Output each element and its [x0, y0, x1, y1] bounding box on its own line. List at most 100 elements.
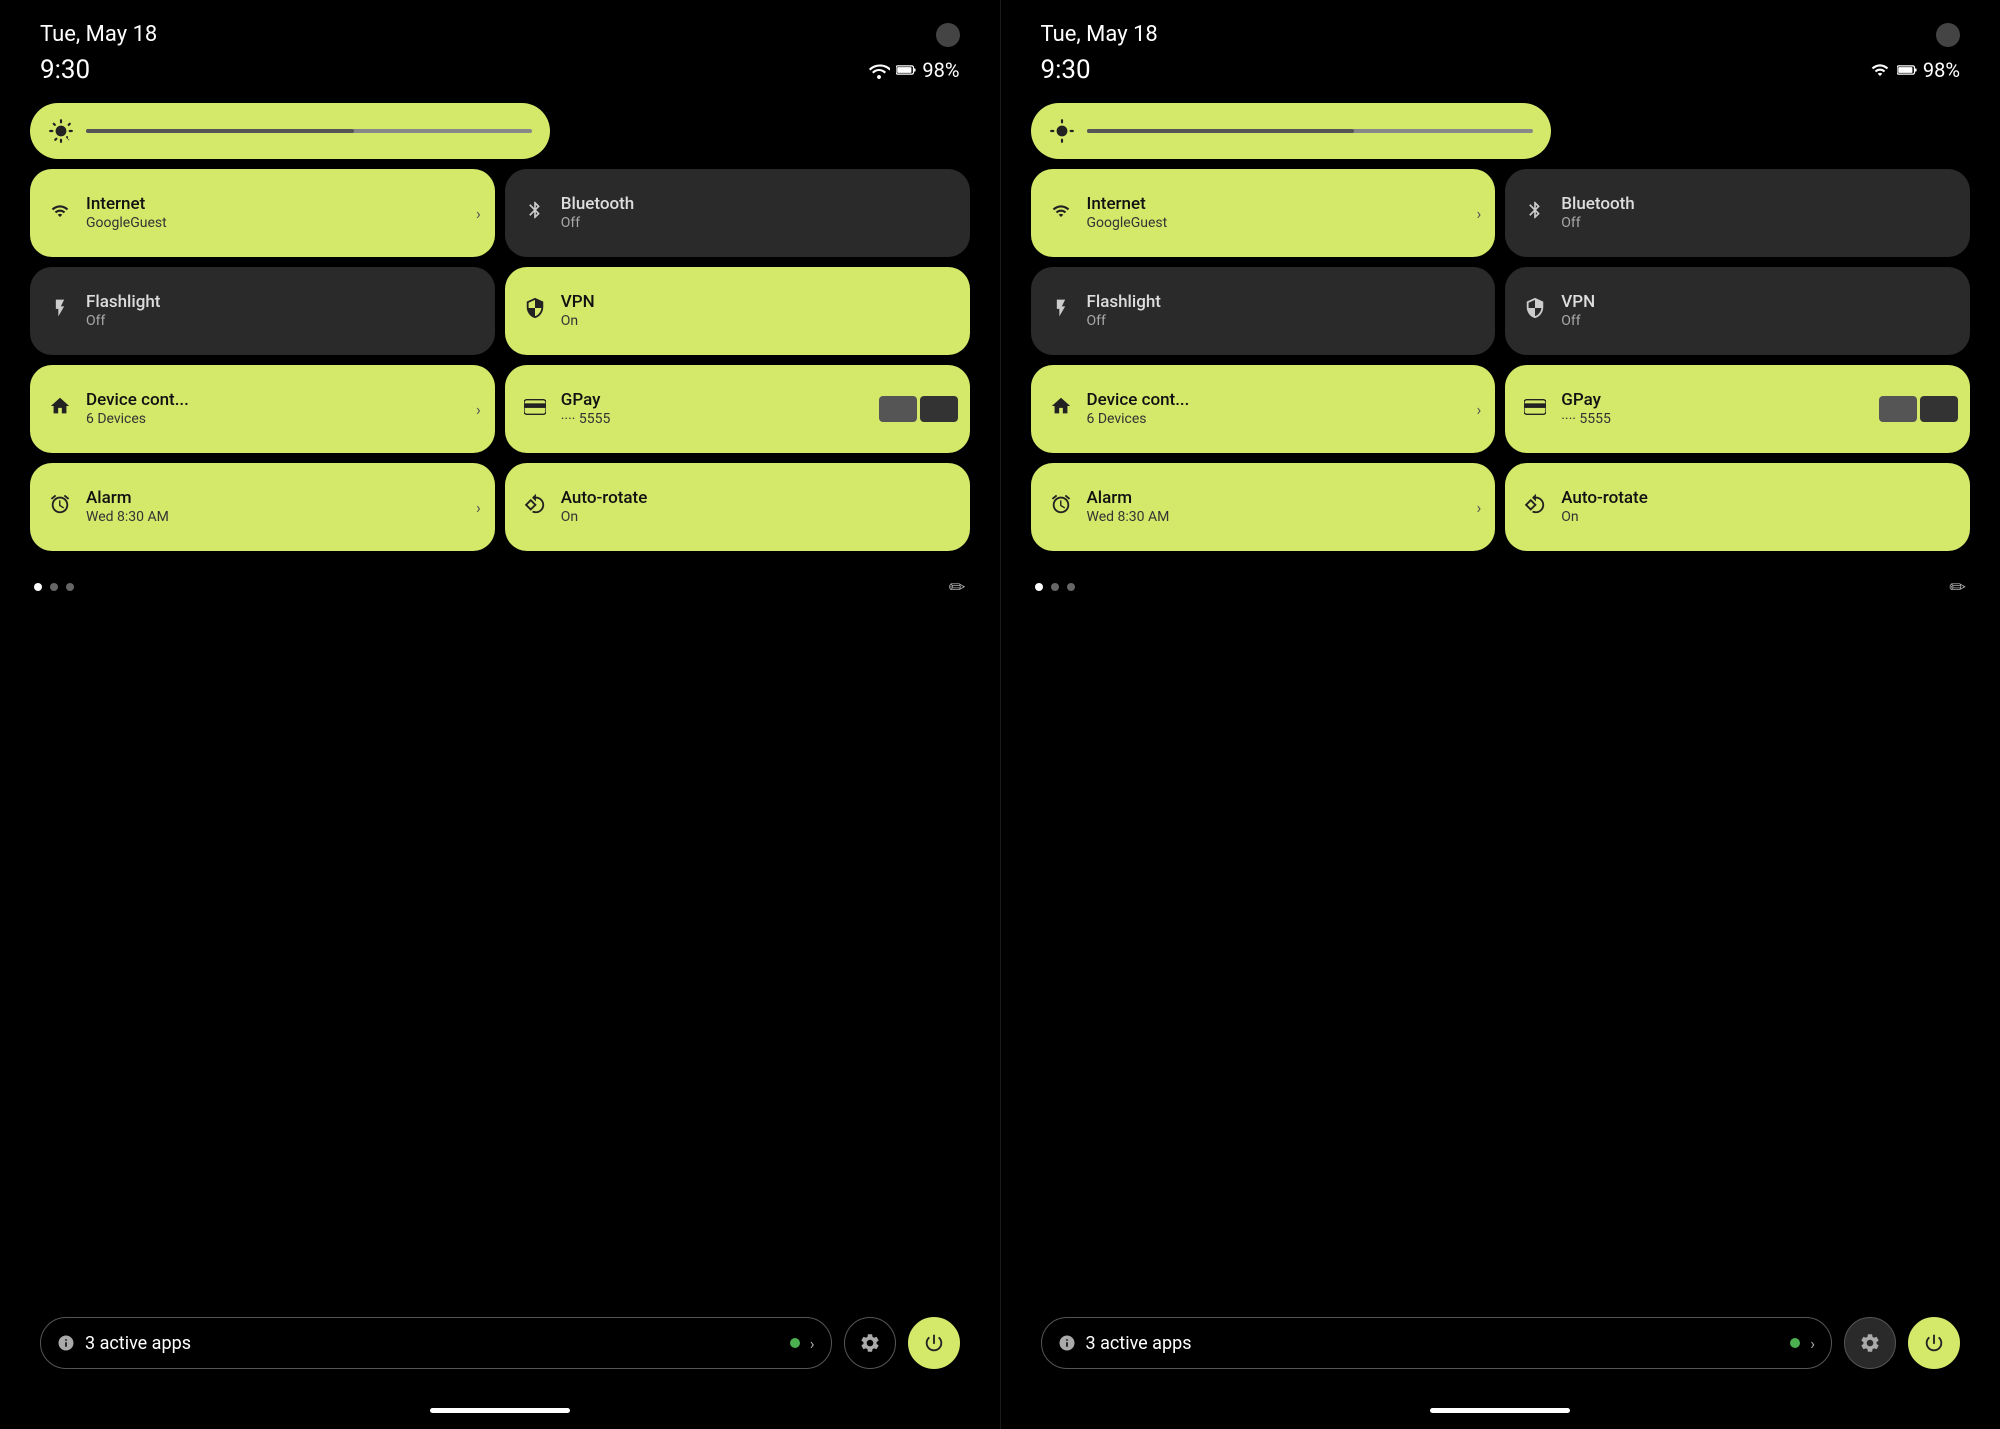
right-dots-row: ✏ — [1031, 561, 1971, 599]
left-vpn-sublabel: On — [561, 313, 595, 330]
right-dot-1[interactable] — [1035, 583, 1043, 591]
left-apps-arrow[interactable]: › — [810, 1334, 815, 1353]
right-dots — [1035, 583, 1075, 591]
left-gpay-card1 — [879, 396, 917, 422]
left-power-icon — [923, 1332, 945, 1354]
right-dot-3[interactable] — [1067, 583, 1075, 591]
right-gpay-icon — [1521, 397, 1549, 422]
right-alarm-arrow: › — [1476, 498, 1481, 517]
right-gpay-card1 — [1879, 396, 1917, 422]
left-brightness-track[interactable] — [86, 129, 532, 133]
left-info-icon — [57, 1334, 75, 1352]
left-dot-2[interactable] — [50, 583, 58, 591]
right-tile-internet[interactable]: Internet GoogleGuest › — [1031, 169, 1496, 257]
right-apps-count: 3 — [1086, 1333, 1096, 1354]
left-dots — [34, 583, 74, 591]
left-autorotate-label: Auto-rotate — [561, 488, 648, 508]
right-gpay-cards — [1879, 396, 1958, 422]
right-flashlight-label: Flashlight — [1087, 292, 1161, 312]
right-autorotate-icon — [1521, 493, 1549, 521]
left-brightness-fill — [86, 129, 354, 133]
left-date: Tue, May 18 — [40, 22, 157, 47]
left-tile-internet[interactable]: Internet GoogleGuest › — [30, 169, 495, 257]
right-tile-vpn[interactable]: VPN Off — [1505, 267, 1970, 355]
right-tile-alarm[interactable]: Alarm Wed 8:30 AM › — [1031, 463, 1496, 551]
right-tiles-grid: Internet GoogleGuest › Bluetooth Off — [1031, 169, 1971, 551]
left-gpay-icon — [521, 397, 549, 422]
left-edit-icon[interactable]: ✏ — [949, 575, 966, 599]
left-vpn-icon — [521, 297, 549, 325]
left-tiles-grid: Internet GoogleGuest › Bluetooth Off — [30, 169, 970, 551]
right-brightness-track[interactable] — [1087, 129, 1533, 133]
right-alarm-label: Alarm — [1087, 488, 1170, 508]
right-edit-icon[interactable]: ✏ — [1949, 575, 1966, 599]
right-power-button[interactable] — [1908, 1317, 1960, 1369]
left-device-arrow: › — [476, 400, 481, 419]
right-brightness-row[interactable] — [1031, 103, 1971, 159]
left-device-label: Device cont... — [86, 390, 189, 410]
left-alarm-text: Alarm Wed 8:30 AM — [86, 488, 169, 525]
left-gpay-label: GPay — [561, 390, 611, 410]
right-apps-arrow[interactable]: › — [1810, 1334, 1815, 1353]
right-tile-gpay[interactable]: GPay ···· 5555 — [1505, 365, 1970, 453]
right-gpay-label: GPay — [1561, 390, 1611, 410]
left-qs-container: Internet GoogleGuest › Bluetooth Off — [0, 85, 1000, 599]
right-power-icon — [1923, 1332, 1945, 1354]
left-tile-flashlight[interactable]: Flashlight Off — [30, 267, 495, 355]
left-power-button[interactable] — [908, 1317, 960, 1369]
wifi-icon — [868, 61, 890, 79]
right-qs-container: Internet GoogleGuest › Bluetooth Off — [1001, 85, 2000, 599]
right-settings-button[interactable] — [1844, 1317, 1896, 1369]
left-device-text: Device cont... 6 Devices — [86, 390, 189, 427]
right-wifi-tile-icon — [1047, 201, 1075, 226]
right-tile-bluetooth[interactable]: Bluetooth Off — [1505, 169, 1970, 257]
right-bluetooth-sublabel: Off — [1561, 215, 1635, 232]
right-autorotate-label: Auto-rotate — [1561, 488, 1648, 508]
right-tile-device[interactable]: Device cont... 6 Devices › — [1031, 365, 1496, 453]
right-device-arrow: › — [1476, 400, 1481, 419]
left-tile-bluetooth[interactable]: Bluetooth Off — [505, 169, 970, 257]
right-info-icon — [1058, 1334, 1076, 1352]
right-active-apps-pill[interactable]: 3 active apps › — [1041, 1317, 1833, 1369]
brightness-icon — [48, 118, 74, 144]
right-bottom-bar: 3 active apps › — [1001, 1317, 2000, 1369]
right-device-sublabel: 6 Devices — [1087, 411, 1190, 428]
right-alarm-sublabel: Wed 8:30 AM — [1087, 509, 1170, 526]
left-tile-device[interactable]: Device cont... 6 Devices › — [30, 365, 495, 453]
right-dot-2[interactable] — [1051, 583, 1059, 591]
right-bluetooth-icon — [1521, 199, 1549, 227]
right-vpn-sublabel: Off — [1561, 313, 1595, 330]
right-gpay-card2 — [1920, 396, 1958, 422]
left-dot-1[interactable] — [34, 583, 42, 591]
right-apps-label: active apps — [1100, 1333, 1191, 1354]
left-device-icon — [46, 395, 74, 423]
left-tile-autorotate[interactable]: Auto-rotate On — [505, 463, 970, 551]
left-status-icons: 98% — [868, 58, 959, 82]
left-bluetooth-label: Bluetooth — [561, 194, 635, 214]
left-vpn-label: VPN — [561, 292, 595, 312]
left-tile-vpn[interactable]: VPN On — [505, 267, 970, 355]
left-gpay-cards — [879, 396, 958, 422]
left-brightness-pill[interactable] — [30, 103, 550, 159]
left-green-dot — [790, 1338, 800, 1348]
right-internet-arrow: › — [1476, 204, 1481, 223]
left-tile-alarm[interactable]: Alarm Wed 8:30 AM › — [30, 463, 495, 551]
left-active-apps-pill[interactable]: 3 active apps › — [40, 1317, 832, 1369]
right-device-icon — [1047, 395, 1075, 423]
right-tile-autorotate[interactable]: Auto-rotate On — [1505, 463, 1970, 551]
left-settings-button[interactable] — [844, 1317, 896, 1369]
battery-icon — [896, 62, 916, 78]
right-brightness-icon — [1049, 118, 1075, 144]
right-flashlight-icon — [1047, 297, 1075, 325]
right-internet-text: Internet GoogleGuest — [1087, 194, 1168, 231]
right-brightness-pill[interactable] — [1031, 103, 1551, 159]
left-dot-3[interactable] — [66, 583, 74, 591]
left-time-row: 9:30 98% — [0, 47, 1000, 85]
left-autorotate-icon — [521, 493, 549, 521]
right-tile-flashlight[interactable]: Flashlight Off — [1031, 267, 1496, 355]
left-bluetooth-icon — [521, 199, 549, 227]
left-brightness-row[interactable] — [30, 103, 970, 159]
left-tile-gpay[interactable]: GPay ···· 5555 — [505, 365, 970, 453]
left-bottom-bar: 3 active apps › — [0, 1317, 1000, 1369]
right-vpn-text: VPN Off — [1561, 292, 1595, 329]
